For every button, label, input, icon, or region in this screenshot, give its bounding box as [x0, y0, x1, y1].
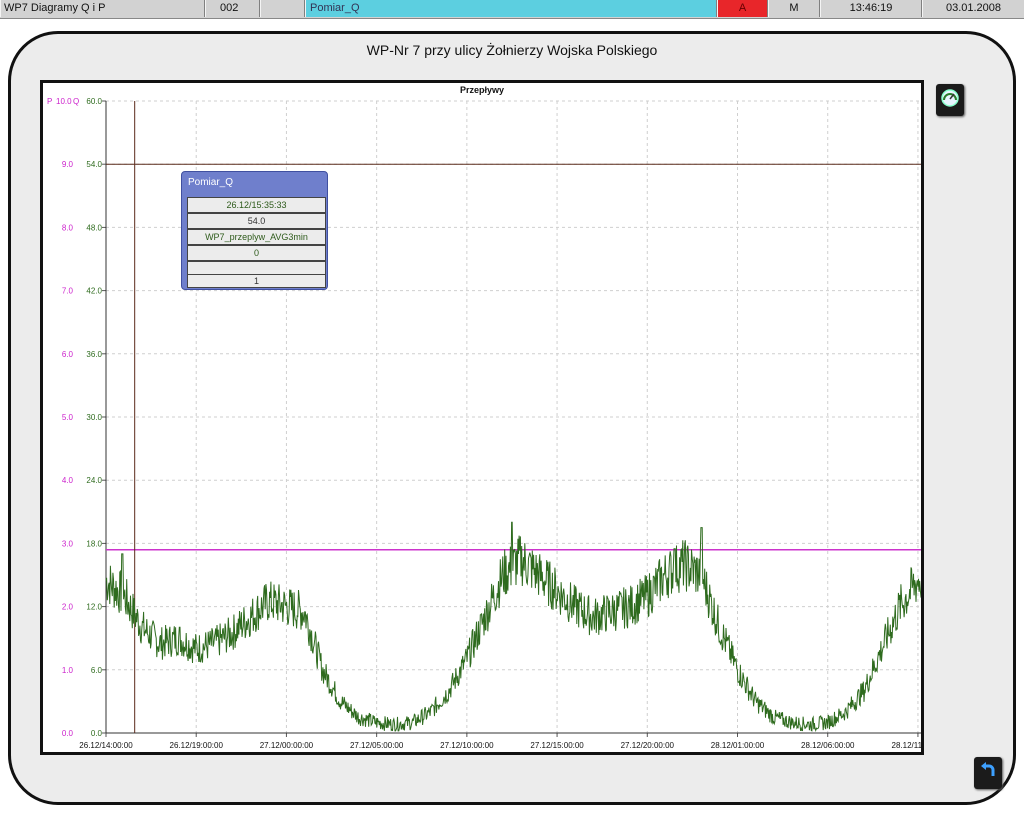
tooltip-variable: WP7_przeplyw_AVG3min: [187, 229, 326, 245]
back-button[interactable]: [974, 757, 1002, 789]
q-tick-label: 36.0: [86, 350, 102, 359]
q-axis-label: Q: [73, 97, 79, 106]
window-title: WP7 Diagramy Q i P: [0, 0, 205, 17]
p-tick-label: 3.0: [62, 539, 74, 548]
tooltip-title: Pomiar_Q: [188, 177, 234, 188]
tooltip-field-6: 1: [187, 274, 326, 288]
screen-number: 002: [205, 0, 260, 17]
status-bar: WP7 Diagramy Q i P 002 Pomiar_Q A M 13:4…: [0, 0, 1024, 19]
status-spacer: [260, 0, 305, 17]
p-tick-label: 4.0: [62, 476, 74, 485]
gauge-icon: [940, 88, 960, 113]
p-tick-label: 1.0: [62, 666, 74, 675]
page-title: WP-Nr 7 przy ulicy Żołnierzy Wojska Pols…: [366, 42, 658, 58]
back-arrow-icon: [978, 761, 998, 786]
q-tick-label: 18.0: [86, 539, 102, 548]
tooltip-value: 54.0: [187, 213, 326, 229]
x-tick-label: 28.12/01:00:00: [711, 741, 765, 750]
p-tick-label: 0.0: [62, 729, 74, 738]
mode-indicator: M: [768, 0, 820, 17]
x-tick-label: 27.12/05:00:00: [350, 741, 404, 750]
trend-chart[interactable]: Przepływy 0.0 0.0 6.0 1.0 12.0 2.0 18.0 3.0 24.0 4…: [40, 80, 924, 755]
tooltip-timestamp: 26.12/15:35:33: [187, 197, 326, 213]
q-tick-label: 0.0: [91, 729, 103, 738]
q-tick-label: 12.0: [86, 603, 102, 612]
p-tick-label: 9.0: [62, 160, 74, 169]
q-tick-label: 6.0: [91, 666, 103, 675]
p-axis-label: P: [47, 97, 52, 106]
x-tick-label: 28.12/11:00:00: [892, 741, 921, 750]
x-tick-label: 27.12/00:00:00: [260, 741, 314, 750]
p-tick-label: 5.0: [62, 413, 74, 422]
x-tick-label: 27.12/20:00:00: [621, 741, 675, 750]
q-tick-label: 48.0: [86, 223, 102, 232]
chart-canvas[interactable]: Przepływy0.00.06.01.012.02.018.03.024.04…: [43, 83, 921, 752]
alarm-message[interactable]: Pomiar_Q: [305, 0, 717, 17]
q-tick-label: 54.0: [86, 160, 102, 169]
q-tick-label: 24.0: [86, 476, 102, 485]
clock-date: 03.01.2008: [922, 0, 1024, 17]
p-tick-label: 6.0: [62, 350, 74, 359]
x-tick-label: 26.12/14:00:00: [79, 741, 133, 750]
p-tick-label: 8.0: [62, 223, 74, 232]
cursor-value-tooltip[interactable]: Pomiar_Q 26.12/15:35:33 54.0 WP7_przeply…: [181, 171, 328, 290]
clock-time: 13:46:19: [820, 0, 922, 17]
p-axis-top-label: 10.0: [56, 97, 72, 106]
flow-series-line: [105, 521, 921, 732]
chart-title: Przepływy: [460, 85, 504, 95]
x-tick-label: 27.12/10:00:00: [440, 741, 494, 750]
alarm-indicator[interactable]: A: [717, 0, 768, 17]
q-tick-label: 42.0: [86, 287, 102, 296]
x-tick-label: 27.12/15:00:00: [530, 741, 584, 750]
p-tick-label: 7.0: [62, 287, 74, 296]
x-tick-label: 28.12/06:00:00: [801, 741, 855, 750]
q-tick-label: 60.0: [86, 97, 102, 106]
trend-settings-button[interactable]: [936, 84, 964, 116]
tooltip-field-4: 0: [187, 245, 326, 261]
x-tick-label: 26.12/19:00:00: [170, 741, 224, 750]
q-tick-label: 30.0: [86, 413, 102, 422]
p-tick-label: 2.0: [62, 603, 74, 612]
